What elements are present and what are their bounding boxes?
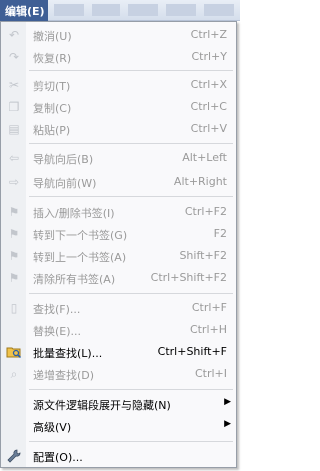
scissors-icon: ✂ <box>8 78 20 92</box>
menu-item-shortcut: Ctrl+I <box>194 367 227 380</box>
folder-find-icon <box>6 344 22 360</box>
menu-item-shortcut: Alt+Left <box>182 151 227 164</box>
bookmark-prev-icon: ⚑ <box>8 249 20 263</box>
menu-blurred-item <box>92 4 120 16</box>
menu-item-advanced[interactable]: 高级(V) ▶ <box>2 415 236 436</box>
menu-item-undo[interactable]: ↶ 撤消(U) Ctrl+Z <box>2 24 236 45</box>
menu-item-shortcut: Ctrl+Shift+F2 <box>150 271 227 284</box>
menu-item-shortcut: Ctrl+F2 <box>184 205 227 218</box>
menu-item-replace[interactable]: 替换(E)... Ctrl+H <box>2 319 236 340</box>
menu-item-label: 递增查找(D) <box>33 369 95 382</box>
copy-icon: ❐ <box>8 100 20 114</box>
menu-item-shortcut: Ctrl+V <box>190 122 227 135</box>
menu-item-shortcut: Shift+F2 <box>179 249 227 262</box>
menu-item-paste[interactable]: ▤ 粘贴(P) Ctrl+V <box>2 118 236 139</box>
menu-item-label: 恢复(R) <box>33 52 72 65</box>
menu-item-toggle-bookmark[interactable]: ⚑ 插入/删除书签(I) Ctrl+F2 <box>2 201 236 222</box>
menu-item-shortcut: F2 <box>213 227 227 240</box>
incremental-find-icon: ⌕ <box>10 366 18 381</box>
menu-item-label: 导航向后(B) <box>33 153 94 166</box>
find-icon: ▯ <box>10 301 18 315</box>
menu-item-label: 批量查找(L)... <box>33 347 103 360</box>
menu-item-next-bookmark[interactable]: ⚑ 转到下一个书签(G) F2 <box>2 223 236 244</box>
menu-item-previous-bookmark[interactable]: ⚑ 转到上一个书签(A) Shift+F2 <box>2 245 236 266</box>
menu-separator <box>29 293 233 294</box>
menu-item-label: 源文件逻辑段展开与隐藏(N) <box>33 399 171 412</box>
menu-item-clear-bookmarks[interactable]: ⚑ 清除所有书签(A) Ctrl+Shift+F2 <box>2 267 236 288</box>
bookmark-next-icon: ⚑ <box>8 227 20 241</box>
menu-blurred-item <box>54 4 84 16</box>
menu-item-label: 高级(V) <box>33 421 72 434</box>
menu-item-label: 粘贴(P) <box>33 124 71 137</box>
bookmark-toggle-icon: ⚑ <box>8 205 20 219</box>
menu-separator <box>29 441 233 442</box>
menu-blurred-item <box>128 4 158 16</box>
undo-icon: ↶ <box>8 28 20 42</box>
menu-item-label: 查找(F)... <box>33 303 81 316</box>
menu-item-batch-find[interactable]: 批量查找(L)... Ctrl+Shift+F <box>2 341 236 362</box>
menu-item-label: 撤消(U) <box>33 30 72 43</box>
menu-item-shortcut: Ctrl+Z <box>190 28 227 41</box>
submenu-arrow-icon: ▶ <box>224 419 231 429</box>
menu-edit[interactable]: 编辑(E) <box>0 0 48 21</box>
menu-item-label: 剪切(T) <box>33 80 71 93</box>
menu-item-shortcut: Ctrl+H <box>189 323 227 336</box>
menu-item-incremental-find[interactable]: ⌕ 递增查找(D) Ctrl+I <box>2 363 236 384</box>
menu-item-options[interactable]: 配置(O)... <box>2 445 236 466</box>
menu-item-shortcut: Ctrl+X <box>190 78 227 91</box>
menu-item-label: 导航向前(W) <box>33 177 97 190</box>
menu-separator <box>29 143 233 144</box>
menu-item-copy[interactable]: ❐ 复制(C) Ctrl+C <box>2 96 236 117</box>
menu-bar: 编辑(E) <box>0 0 240 21</box>
menu-item-label: 复制(C) <box>33 102 72 115</box>
menu-item-label: 转到上一个书签(A) <box>33 251 127 264</box>
menu-item-shortcut: Ctrl+Shift+F <box>157 345 227 358</box>
wrench-icon <box>6 448 22 464</box>
menu-item-redo[interactable]: ↷ 恢复(R) Ctrl+Y <box>2 46 236 67</box>
menu-item-label: 转到下一个书签(G) <box>33 229 128 242</box>
menu-item-shortcut: Ctrl+Y <box>191 50 227 63</box>
menu-item-shortcut: Ctrl+F <box>191 301 227 314</box>
menu-item-label: 配置(O)... <box>33 451 83 464</box>
menu-item-shortcut: Alt+Right <box>173 175 227 188</box>
menu-item-label: 插入/删除书签(I) <box>33 207 115 220</box>
menu-item-label: 替换(E)... <box>33 325 82 338</box>
submenu-arrow-icon: ▶ <box>224 397 231 407</box>
menu-separator <box>29 70 233 71</box>
bookmark-clear-icon: ⚑ <box>8 271 20 285</box>
menu-item-navigate-back[interactable]: ⇦ 导航向后(B) Alt+Left <box>2 147 236 168</box>
arrow-left-icon: ⇦ <box>8 151 20 165</box>
menu-blurred-item <box>166 4 196 16</box>
menu-item-navigate-forward[interactable]: ⇨ 导航向前(W) Alt+Right <box>2 171 236 192</box>
paste-icon: ▤ <box>8 122 20 136</box>
menu-item-find[interactable]: ▯ 查找(F)... Ctrl+F <box>2 297 236 318</box>
arrow-right-icon: ⇨ <box>8 175 20 189</box>
menu-item-shortcut: Ctrl+C <box>190 100 227 113</box>
redo-icon: ↷ <box>8 50 20 64</box>
menu-item-cut[interactable]: ✂ 剪切(T) Ctrl+X <box>2 74 236 95</box>
menu-blurred-item <box>204 4 234 16</box>
edit-dropdown-menu: ↶ 撤消(U) Ctrl+Z ↷ 恢复(R) Ctrl+Y ✂ 剪切(T) Ct… <box>0 21 237 468</box>
menu-item-label: 清除所有书签(A) <box>33 273 116 286</box>
menu-item-outlining[interactable]: 源文件逻辑段展开与隐藏(N) ▶ <box>2 393 236 414</box>
menu-separator <box>29 389 233 390</box>
menu-separator <box>29 196 233 197</box>
